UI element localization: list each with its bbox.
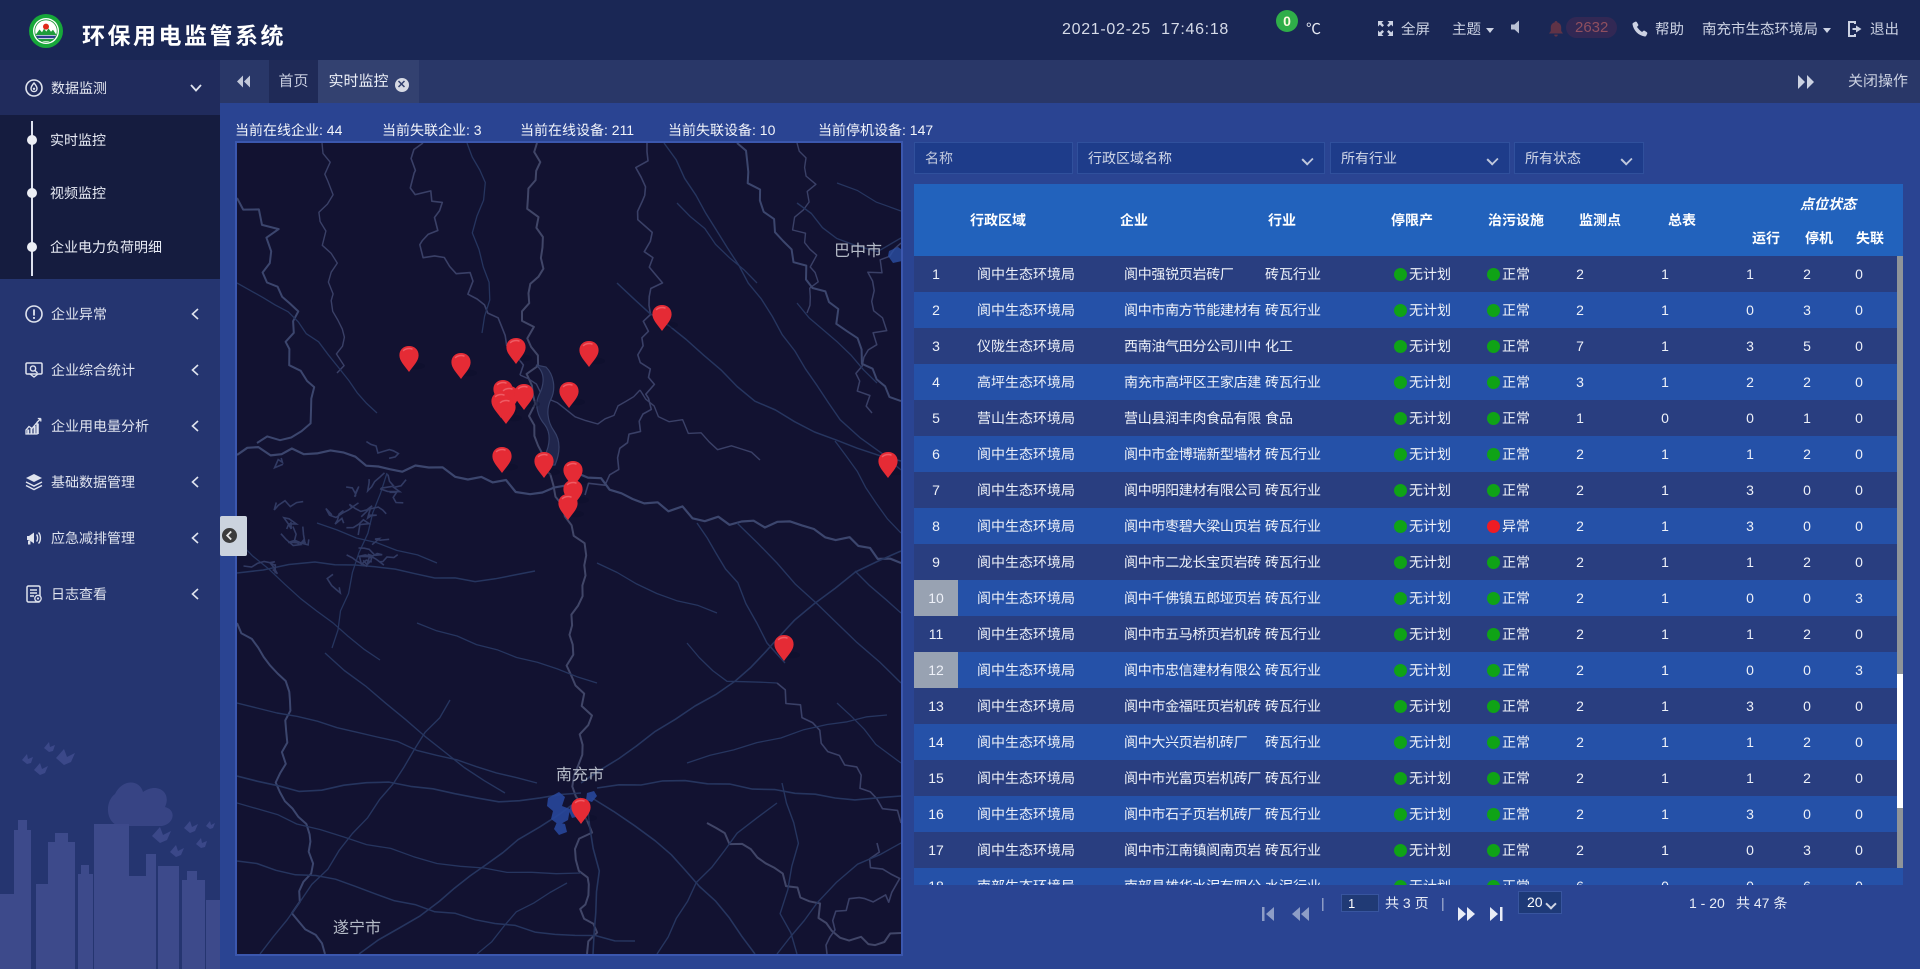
svg-text:遂宁市: 遂宁市 bbox=[333, 919, 381, 937]
svg-text:南充市: 南充市 bbox=[556, 766, 604, 784]
svg-text:巴中市: 巴中市 bbox=[834, 242, 882, 260]
